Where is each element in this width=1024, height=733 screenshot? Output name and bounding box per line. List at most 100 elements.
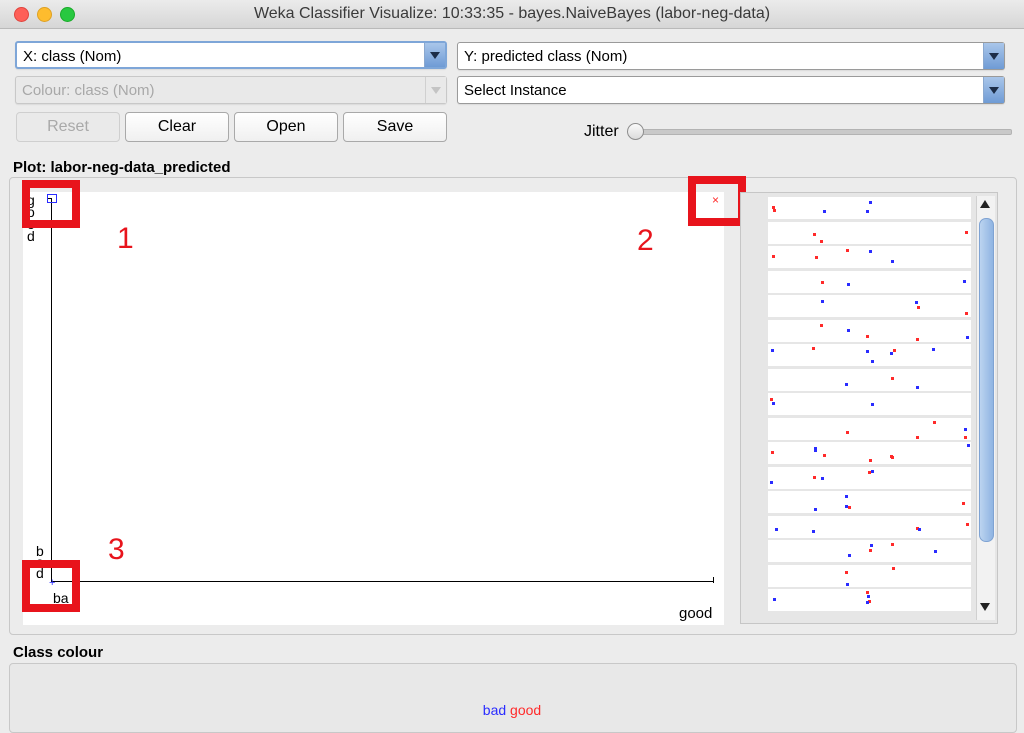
attribute-strip-point xyxy=(962,502,965,505)
scroll-up-icon[interactable] xyxy=(980,200,990,208)
highlight-box-1 xyxy=(22,180,80,228)
annotation-number-2: 2 xyxy=(637,224,654,257)
scrollbar-thumb[interactable] xyxy=(979,218,994,542)
attribute-strip[interactable] xyxy=(768,564,971,587)
scroll-down-icon[interactable] xyxy=(980,603,990,611)
y-axis-line xyxy=(51,198,52,581)
x-axis-select-value: X: class (Nom) xyxy=(23,48,122,65)
attribute-strip-point xyxy=(775,527,778,531)
plot-canvas[interactable]: good bad ba good × + xyxy=(23,192,724,625)
attribute-strip-point xyxy=(890,352,893,355)
attribute-strip-point xyxy=(891,260,894,263)
colour-select-value: Colour: class (Nom) xyxy=(22,82,155,99)
attribute-strip[interactable] xyxy=(768,491,971,513)
plot-title: Plot: labor-neg-data_predicted xyxy=(13,159,231,176)
attribute-strip-point xyxy=(846,430,849,434)
attribute-strip-point xyxy=(917,306,920,309)
jitter-slider-thumb[interactable] xyxy=(627,123,644,140)
colour-select[interactable]: Colour: class (Nom) xyxy=(15,76,447,104)
attribute-strip-point xyxy=(934,550,937,553)
attribute-strip-point xyxy=(967,444,970,447)
save-button[interactable]: Save xyxy=(343,112,447,142)
attribute-strip-point xyxy=(814,508,817,511)
attribute-scrollbar[interactable] xyxy=(976,196,995,620)
attribute-strip-point xyxy=(772,402,775,405)
attribute-strip-point xyxy=(848,506,851,509)
attribute-strip-point xyxy=(891,543,894,546)
class-colour-panel xyxy=(9,663,1017,733)
attribute-strip[interactable] xyxy=(768,368,971,391)
annotation-number-3: 3 xyxy=(108,533,125,566)
attribute-strip[interactable] xyxy=(768,344,971,366)
legend-bad[interactable]: bad xyxy=(483,702,506,718)
attribute-strip[interactable] xyxy=(768,295,971,317)
attribute-strip[interactable] xyxy=(768,393,971,415)
x-axis-select[interactable]: X: class (Nom) xyxy=(15,41,447,69)
attribute-strip-point xyxy=(845,382,848,386)
attribute-strip-point xyxy=(821,300,824,303)
attribute-strip[interactable] xyxy=(768,417,971,440)
attribute-strip-point xyxy=(813,232,816,236)
attribute-strip-point xyxy=(773,209,776,212)
attribute-strip[interactable] xyxy=(768,270,971,293)
x-label-good: good xyxy=(679,605,713,622)
clear-button[interactable]: Clear xyxy=(125,112,229,142)
attribute-strip-point xyxy=(871,360,874,363)
attribute-strip-point xyxy=(966,335,969,339)
open-button[interactable]: Open xyxy=(234,112,338,142)
y-axis-select[interactable]: Y: predicted class (Nom) xyxy=(457,42,1005,70)
attribute-strip-point xyxy=(965,312,968,315)
class-colour-title: Class colour xyxy=(13,644,104,661)
jitter-slider-track[interactable] xyxy=(630,129,1012,135)
attribute-strip-point xyxy=(916,435,919,439)
attribute-strip-point xyxy=(918,527,921,531)
x-axis-tick xyxy=(713,577,714,583)
attribute-strip-point xyxy=(963,279,966,283)
title-bar: Weka Classifier Visualize: 10:33:35 - ba… xyxy=(0,0,1024,29)
attribute-strip-point xyxy=(870,544,873,547)
reset-button[interactable]: Reset xyxy=(16,112,120,142)
attribute-strip-point xyxy=(869,201,872,204)
class-colour-legend: bad good xyxy=(0,702,1024,718)
chevron-down-icon[interactable] xyxy=(983,43,1004,69)
chevron-down-icon[interactable] xyxy=(424,43,445,67)
attribute-strip-point xyxy=(866,334,869,338)
attribute-strip[interactable] xyxy=(768,319,971,342)
attribute-strip-point xyxy=(814,447,817,450)
highlight-box-3 xyxy=(22,560,80,612)
attribute-strip-point xyxy=(823,210,826,213)
window-title: Weka Classifier Visualize: 10:33:35 - ba… xyxy=(253,5,771,22)
attribute-strip-point xyxy=(869,549,872,552)
attribute-strip-point xyxy=(867,595,870,598)
attribute-strip-point xyxy=(846,582,849,586)
attribute-strip-point xyxy=(866,601,869,604)
highlight-box-2 xyxy=(688,176,746,226)
chevron-down-icon[interactable] xyxy=(983,77,1004,103)
attribute-strip-point xyxy=(965,230,968,234)
attribute-strip-point xyxy=(869,250,872,253)
select-instance-value: Select Instance xyxy=(464,82,567,99)
attribute-strip-point xyxy=(964,435,967,439)
attribute-strip-point xyxy=(871,403,874,406)
attribute-strip[interactable] xyxy=(768,515,971,538)
attribute-strip-point xyxy=(915,301,918,304)
attribute-strip-point xyxy=(890,455,893,458)
legend-good[interactable]: good xyxy=(510,702,541,718)
attribute-strip-point xyxy=(891,376,894,380)
attribute-strip-point xyxy=(847,282,850,286)
attribute-strip-point xyxy=(966,522,969,526)
attribute-strip-point xyxy=(821,280,824,284)
annotation-number-1: 1 xyxy=(117,222,134,255)
attribute-strip-point xyxy=(812,347,815,350)
attribute-strip-point xyxy=(916,385,919,389)
attribute-strip-point xyxy=(815,256,818,259)
attribute-strip-point xyxy=(848,554,851,557)
attribute-strip-point xyxy=(869,459,872,462)
attribute-strip-point xyxy=(772,255,775,258)
chevron-down-icon xyxy=(425,77,446,103)
attribute-strip-point xyxy=(770,480,773,484)
attribute-strip[interactable] xyxy=(768,221,971,244)
attribute-strip-point xyxy=(916,337,919,341)
attribute-strip-point xyxy=(847,328,850,332)
select-instance-select[interactable]: Select Instance xyxy=(457,76,1005,104)
